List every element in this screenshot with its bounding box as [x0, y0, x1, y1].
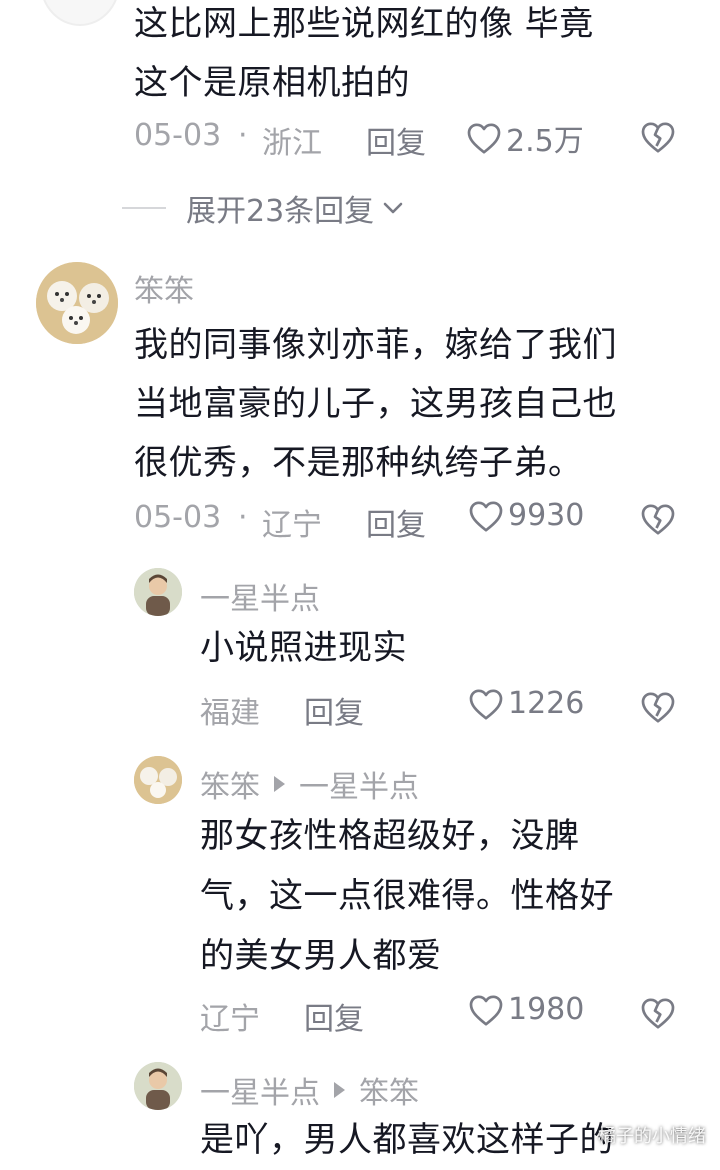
reply-button[interactable]: 回复 [304, 994, 364, 1038]
dislike-button[interactable] [640, 690, 676, 728]
meta-separator: · [238, 118, 248, 153]
avatar-yixingbandian[interactable] [134, 568, 182, 616]
comment-text: 这比网上那些说网红的像 毕竟 这个是原相机拍的 [134, 4, 594, 103]
username[interactable]: 一星半点 [200, 574, 320, 618]
like-count: 9930 [508, 498, 585, 533]
person-avatar-image [134, 1062, 182, 1110]
like-button[interactable]: 1226 [468, 686, 584, 721]
reply-arrow-icon [274, 776, 285, 792]
broken-heart-icon [641, 692, 675, 723]
dogs-avatar-image [36, 262, 118, 344]
reply-meta-row: 辽宁 回复 1980 [200, 992, 694, 1038]
dislike-button[interactable] [640, 996, 676, 1034]
person-avatar-image [134, 568, 182, 616]
comment-meta-row: 05-03 · 浙江 回复 2.5万 [134, 118, 694, 162]
comment-text: 我的同事像刘亦菲，嫁给了我们 当地富豪的儿子，这男孩自己也 很优秀，不是那种纨绔… [134, 325, 617, 483]
avatar-bennben[interactable] [36, 262, 118, 344]
meta-separator: · [238, 500, 248, 535]
heart-outline-icon [469, 500, 503, 532]
like-button[interactable]: 2.5万 [466, 116, 584, 160]
dislike-button[interactable] [640, 502, 676, 540]
comment-location: 浙江 [262, 126, 322, 161]
username[interactable]: 一星半点 [200, 1068, 320, 1112]
reply-header: 笨笨 一星半点 [200, 762, 419, 806]
avatar-top-commenter[interactable] [40, 0, 120, 26]
like-button[interactable]: 9930 [468, 498, 584, 533]
reply-header: 一星半点 笨笨 [200, 1068, 419, 1112]
expand-replies-label: 展开23条回复 [186, 194, 375, 229]
broken-heart-icon [641, 122, 675, 153]
dogs-avatar-image [134, 756, 182, 804]
heart-outline-icon [469, 688, 503, 720]
reply-text: 小说照进现实 [200, 628, 407, 668]
comment-meta-row: 05-03 · 辽宁 回复 9930 [134, 498, 694, 544]
comment-date: 05-03 [134, 118, 222, 153]
reply-arrow-icon [334, 1082, 345, 1098]
watermark: 橘子的小情绪 [598, 1126, 706, 1147]
broken-heart-icon [641, 504, 675, 535]
comment-location: 辽宁 [262, 508, 322, 543]
like-count: 1980 [508, 992, 585, 1027]
expand-divider [122, 207, 166, 209]
avatar-yixingbandian[interactable] [134, 1062, 182, 1110]
reply-text: 那女孩性格超级好，没脾 气，这一点很难得。性格好 的美女男人都爱 [200, 816, 614, 976]
reply-to-username[interactable]: 笨笨 [359, 1068, 419, 1112]
heart-outline-icon [467, 123, 501, 154]
like-count: 1226 [508, 686, 585, 721]
heart-outline-icon [469, 994, 503, 1026]
reply-to-username[interactable]: 一星半点 [299, 762, 419, 806]
like-button[interactable]: 1980 [468, 992, 584, 1027]
reply-location: 辽宁 [200, 1002, 260, 1037]
avatar-bennben[interactable] [134, 756, 182, 804]
expand-replies[interactable]: 展开23条回复 [122, 186, 406, 230]
broken-heart-icon [641, 998, 675, 1029]
username[interactable]: 笨笨 [134, 266, 194, 310]
reply-button[interactable]: 回复 [304, 688, 364, 732]
reply-button[interactable]: 回复 [366, 500, 426, 544]
dislike-button[interactable] [640, 120, 676, 158]
comment-date: 05-03 [134, 500, 222, 535]
username[interactable]: 笨笨 [200, 762, 260, 806]
chevron-down-icon [383, 202, 403, 214]
like-count: 2.5万 [506, 124, 584, 159]
reply-button[interactable]: 回复 [366, 118, 426, 162]
reply-meta-row: 福建 回复 1226 [200, 686, 694, 732]
reply-location: 福建 [200, 696, 260, 731]
